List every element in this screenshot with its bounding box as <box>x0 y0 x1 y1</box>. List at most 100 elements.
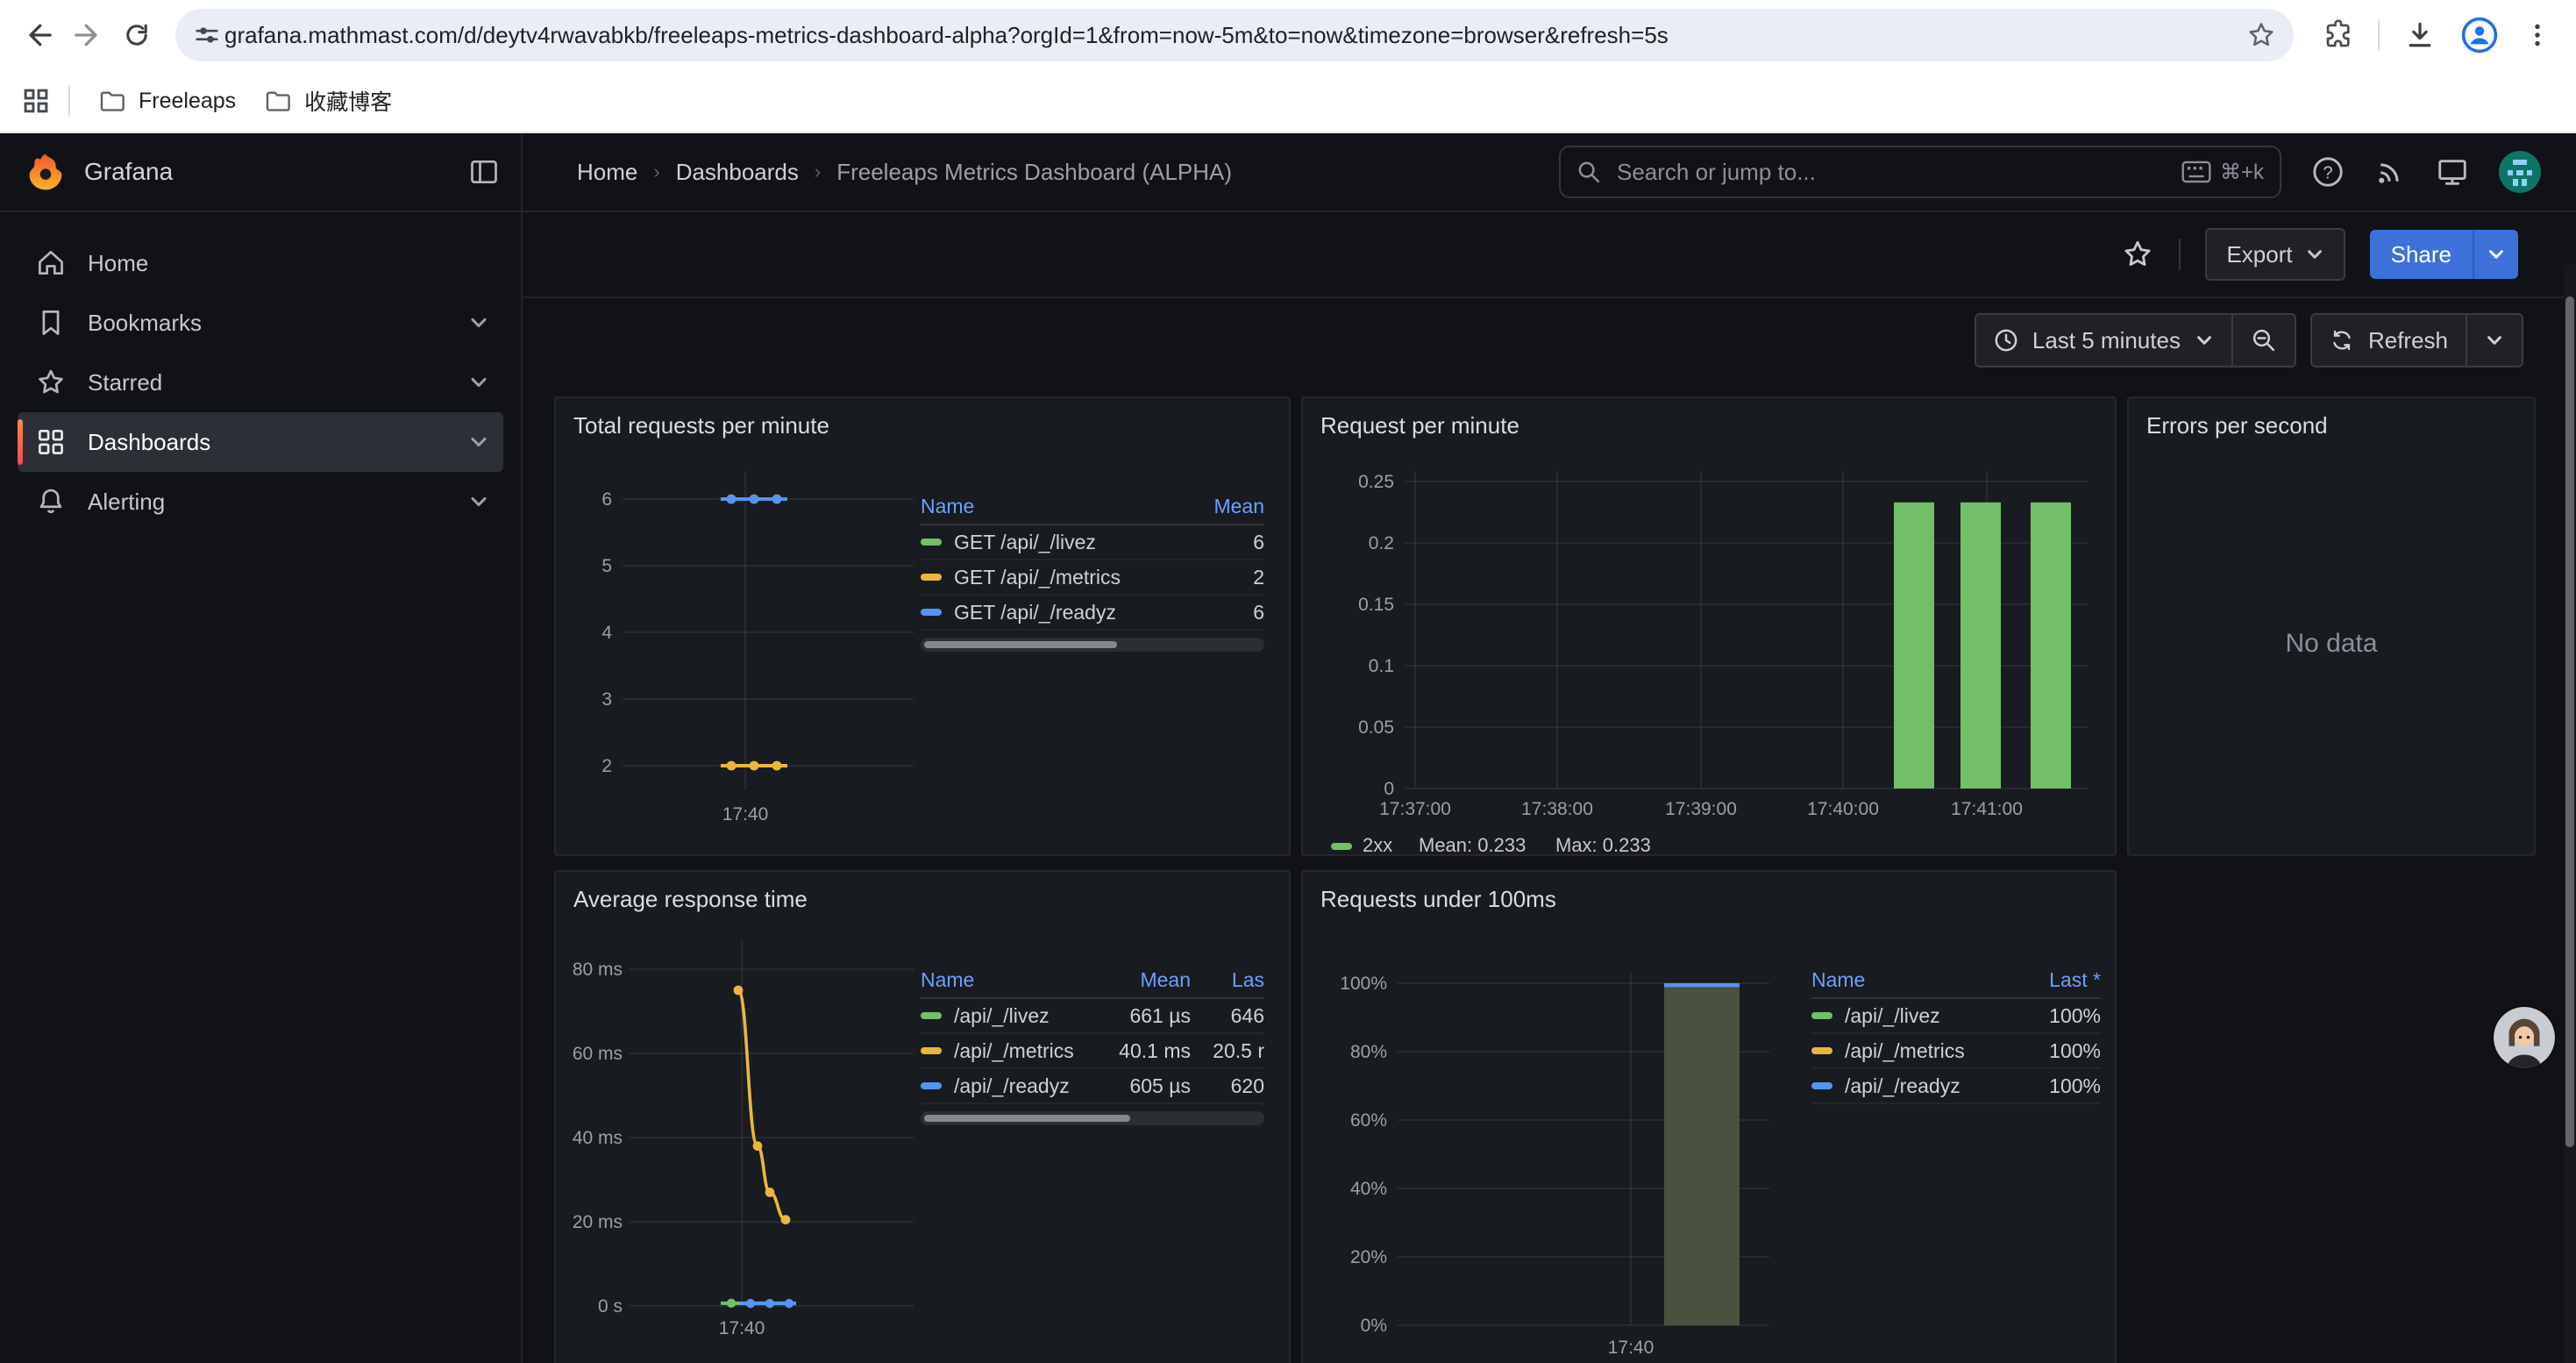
legend-col-name[interactable]: Name <box>921 495 1191 518</box>
extensions-icon[interactable] <box>2322 19 2353 51</box>
legend-row[interactable]: /api/_/readyz 100% <box>1811 1069 2101 1104</box>
series-name[interactable]: /api/_/readyz <box>954 1074 1117 1098</box>
series-name[interactable]: /api/_/metrics <box>954 1039 1117 1063</box>
browser-profile-avatar[interactable] <box>2460 16 2499 54</box>
series-name[interactable]: GET /api/_/metrics <box>954 566 1191 589</box>
svg-text:20 ms: 20 ms <box>573 1212 623 1232</box>
svg-text:17:37:00: 17:37:00 <box>1379 799 1451 819</box>
sidebar-item-starred[interactable]: Starred <box>18 353 503 412</box>
url-bar[interactable] <box>175 9 2294 61</box>
sidebar-item-dashboards[interactable]: Dashboards <box>18 412 503 472</box>
chevron-down-icon <box>468 372 489 393</box>
svg-text:3: 3 <box>601 689 612 710</box>
svg-text:0.15: 0.15 <box>1358 595 1394 615</box>
barchart-plot[interactable]: 0.250.20.150.10.05017:37:0017:38:0017:39… <box>1317 446 2104 840</box>
svg-text:40 ms: 40 ms <box>573 1128 623 1148</box>
sidebar-header: Grafana <box>0 133 521 212</box>
share-dropdown-chevron[interactable] <box>2473 230 2518 279</box>
legend[interactable]: 2xxMean: 0.233Max: 0.233 <box>1331 834 1651 856</box>
legend-row[interactable]: /api/_/livez 100% <box>1811 999 2101 1034</box>
series-name[interactable]: /api/_/livez <box>954 1004 1117 1028</box>
kiosk-monitor-icon[interactable] <box>2436 155 2469 189</box>
legend-col-mean[interactable]: Mean <box>1117 968 1191 992</box>
browser-menu-icon[interactable] <box>2523 21 2551 49</box>
bookmark-label[interactable]: Freeleaps <box>139 89 236 114</box>
series-name[interactable]: /api/_/metrics <box>1845 1039 2013 1063</box>
time-range-picker[interactable]: Last 5 minutes <box>1975 313 2296 368</box>
panel-title[interactable]: Request per minute <box>1317 409 2101 446</box>
zoom-out-button[interactable] <box>2233 315 2295 366</box>
legend-row[interactable]: /api/_/readyz 605 µs 620 <box>921 1069 1264 1104</box>
panel-average-response-time: Average response time 80 ms60 ms40 ms20 … <box>554 870 1291 1363</box>
panel-title[interactable]: Errors per second <box>2143 409 2520 446</box>
back-button[interactable] <box>14 11 63 60</box>
legend-row[interactable]: GET /api/_/readyz 6 <box>921 596 1264 631</box>
bookmark-folder-blogs[interactable]: 收藏博客 <box>250 78 406 124</box>
chart-svg: 0.250.20.150.10.05017:37:0017:38:0017:39… <box>1317 446 2104 864</box>
breadcrumb-dashboards[interactable]: Dashboards <box>676 159 799 186</box>
legend-row[interactable]: GET /api/_/metrics 2 <box>921 560 1264 596</box>
legend-col-name[interactable]: Name <box>1811 968 2013 992</box>
refresh-picker[interactable]: Refresh <box>2310 313 2523 368</box>
panel-title[interactable]: Average response time <box>570 882 1275 920</box>
export-button[interactable]: Export <box>2205 228 2345 281</box>
svg-text:80 ms: 80 ms <box>573 960 623 980</box>
panel-title[interactable]: Requests under 100ms <box>1317 882 2101 920</box>
breadcrumb-home[interactable]: Home <box>577 159 637 186</box>
bookmark-folder-freeleaps[interactable]: Freeleaps <box>84 80 250 122</box>
search-bar[interactable]: ⌘+k <box>1559 146 2281 198</box>
sidebar-item-home[interactable]: Home <box>18 233 503 293</box>
bookmark-label[interactable]: 收藏博客 <box>304 85 392 117</box>
news-rss-icon[interactable] <box>2374 156 2406 188</box>
legend-scrollbar[interactable] <box>921 1111 1264 1125</box>
bell-icon <box>35 486 67 517</box>
series-name[interactable]: /api/_/livez <box>1845 1004 2013 1028</box>
svg-text:60%: 60% <box>1350 1110 1387 1131</box>
favorite-star-icon[interactable] <box>2121 238 2154 271</box>
sidebar-item-alerting[interactable]: Alerting <box>18 472 503 532</box>
series-name[interactable]: /api/_/readyz <box>1845 1074 2013 1098</box>
legend-col-last[interactable]: Last * <box>2013 968 2101 992</box>
barchart-plot[interactable]: 100%80%60%40%20%0%17:40 <box>1317 920 1808 1363</box>
panel-title[interactable]: Total requests per minute <box>570 409 1275 446</box>
time-range-main[interactable]: Last 5 minutes <box>1976 315 2231 366</box>
scrollbar-thumb[interactable] <box>2565 296 2574 1147</box>
legend-col-name[interactable]: Name <box>921 968 1117 992</box>
legend-row[interactable]: /api/_/metrics 100% <box>1811 1034 2101 1069</box>
search-input[interactable] <box>1613 157 2181 188</box>
series-name[interactable]: GET /api/_/livez <box>954 531 1191 554</box>
reload-button[interactable] <box>112 11 161 60</box>
user-avatar[interactable] <box>2499 151 2541 193</box>
sidebar-item-bookmarks[interactable]: Bookmarks <box>18 293 503 353</box>
timeseries-plot[interactable]: 80 ms60 ms40 ms20 ms0 s17:40 <box>570 920 921 1363</box>
svg-text:Mean: 0.233: Mean: 0.233 <box>1419 834 1526 856</box>
timeseries-plot[interactable]: 6543217:40 <box>570 446 921 840</box>
apps-grid-icon[interactable] <box>21 86 51 116</box>
legend-col-last[interactable]: Las <box>1191 968 1264 992</box>
series-name[interactable]: GET /api/_/readyz <box>954 601 1191 624</box>
floating-assistant-avatar[interactable] <box>2494 1007 2555 1068</box>
grafana-logo[interactable] <box>25 151 67 193</box>
svg-text:0: 0 <box>1384 779 1394 799</box>
url-input[interactable] <box>221 20 2246 51</box>
share-button[interactable]: Share <box>2370 230 2518 279</box>
refresh-interval-chevron[interactable] <box>2467 315 2522 366</box>
legend-row[interactable]: /api/_/metrics 40.1 ms 20.5 r <box>921 1034 1264 1069</box>
legend-col-mean[interactable]: Mean <box>1191 495 1264 518</box>
series-mean: 6 <box>1191 601 1264 624</box>
share-label[interactable]: Share <box>2370 230 2473 279</box>
site-settings-icon[interactable] <box>193 21 221 49</box>
sidebar-collapse-icon[interactable] <box>468 156 500 188</box>
refresh-button[interactable]: Refresh <box>2312 315 2466 366</box>
svg-text:2: 2 <box>601 756 612 776</box>
legend-row[interactable]: GET /api/_/livez 6 <box>921 525 1264 560</box>
legend-row[interactable]: /api/_/livez 661 µs 646 <box>921 999 1264 1034</box>
forward-button[interactable] <box>63 11 112 60</box>
download-icon[interactable] <box>2404 19 2436 51</box>
bookmark-star-icon[interactable] <box>2246 20 2276 50</box>
series-last: 100% <box>2013 1004 2101 1028</box>
help-icon[interactable]: ? <box>2311 155 2345 189</box>
page-scrollbar[interactable] <box>2564 265 2576 1363</box>
legend-scrollbar[interactable] <box>921 638 1264 652</box>
sidebar-item-label: Starred <box>88 369 468 396</box>
